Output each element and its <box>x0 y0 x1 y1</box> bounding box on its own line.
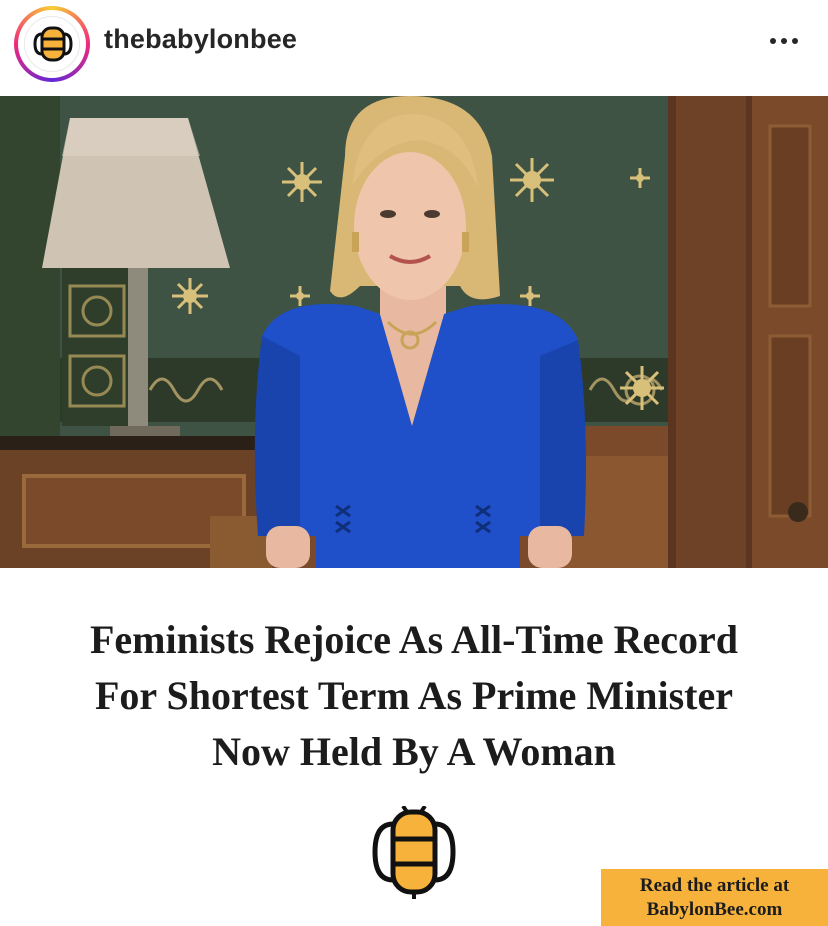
article-headline: Feminists Rejoice As All-Time Record For… <box>20 612 808 780</box>
babylon-bee-logo-icon <box>24 16 80 72</box>
post-header: thebabylonbee <box>0 0 828 92</box>
headline-line: Now Held By A Woman <box>212 729 616 774</box>
username[interactable]: thebabylonbee <box>104 24 297 55</box>
babylon-bee-logo-icon <box>367 804 461 900</box>
read-article-line1: Read the article at <box>639 875 790 896</box>
article-photo <box>0 96 828 568</box>
headline-line: Feminists Rejoice As All-Time Record <box>89 617 739 662</box>
instagram-post: thebabylonbee Feminists Rejoice As All-T… <box>0 0 828 926</box>
more-options-icon[interactable] <box>764 26 804 56</box>
headline-line: For Shortest Term As Prime Minister <box>94 673 734 718</box>
read-article-line2: BabylonBee.com <box>646 899 783 920</box>
avatar[interactable] <box>14 6 90 82</box>
read-article-link[interactable]: Read the article at BabylonBee.com <box>601 869 828 926</box>
